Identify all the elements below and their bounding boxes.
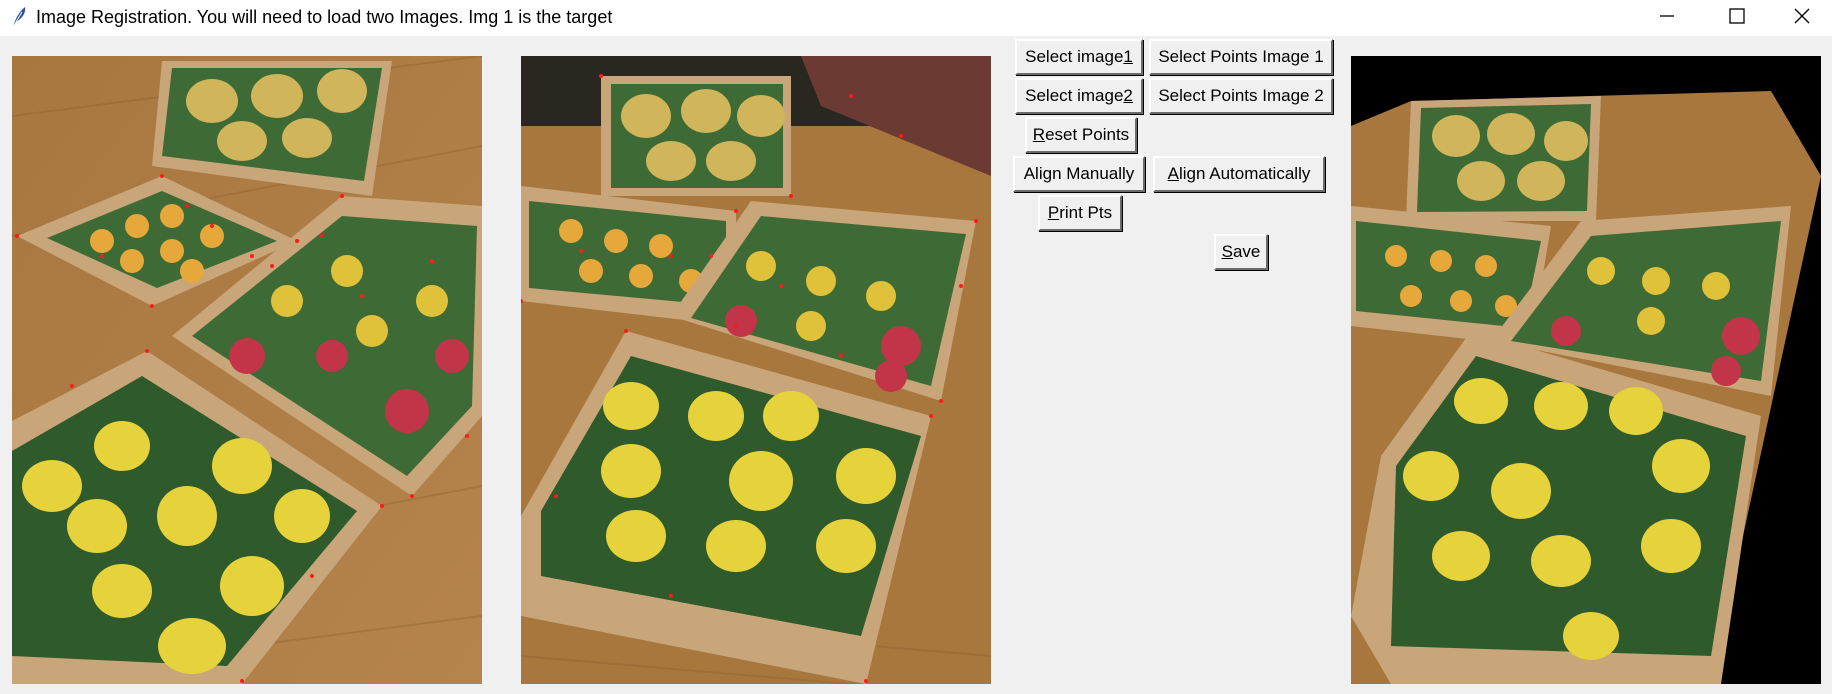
close-button[interactable] [1772, 0, 1832, 32]
title-bar: Image Registration. You will need to loa… [0, 0, 1832, 36]
target-image[interactable] [12, 56, 482, 684]
aligned-result-image[interactable] [1351, 56, 1821, 684]
select-points-image-2-button[interactable]: Select Points Image 2 [1149, 78, 1333, 114]
reset-points-button[interactable]: Reset Points [1025, 117, 1137, 153]
minimize-icon [1660, 15, 1674, 17]
select-image-2-button[interactable]: Select image 2 [1015, 78, 1143, 114]
close-icon [1794, 8, 1810, 24]
source-image[interactable] [521, 56, 991, 684]
minimize-button[interactable] [1632, 0, 1702, 32]
align-manually-button[interactable]: Align Manually [1013, 156, 1145, 192]
feather-app-icon [10, 6, 28, 28]
select-points-image-1-button[interactable]: Select Points Image 1 [1149, 39, 1333, 75]
align-automatically-button[interactable]: Align Automatically [1153, 156, 1325, 192]
maximize-button[interactable] [1702, 0, 1772, 32]
window-title: Image Registration. You will need to loa… [36, 7, 613, 27]
print-pts-button[interactable]: Print Pts [1038, 195, 1122, 231]
maximize-icon [1729, 8, 1745, 24]
select-image-1-button[interactable]: Select image 1 [1015, 39, 1143, 75]
save-button[interactable]: Save [1214, 234, 1268, 270]
